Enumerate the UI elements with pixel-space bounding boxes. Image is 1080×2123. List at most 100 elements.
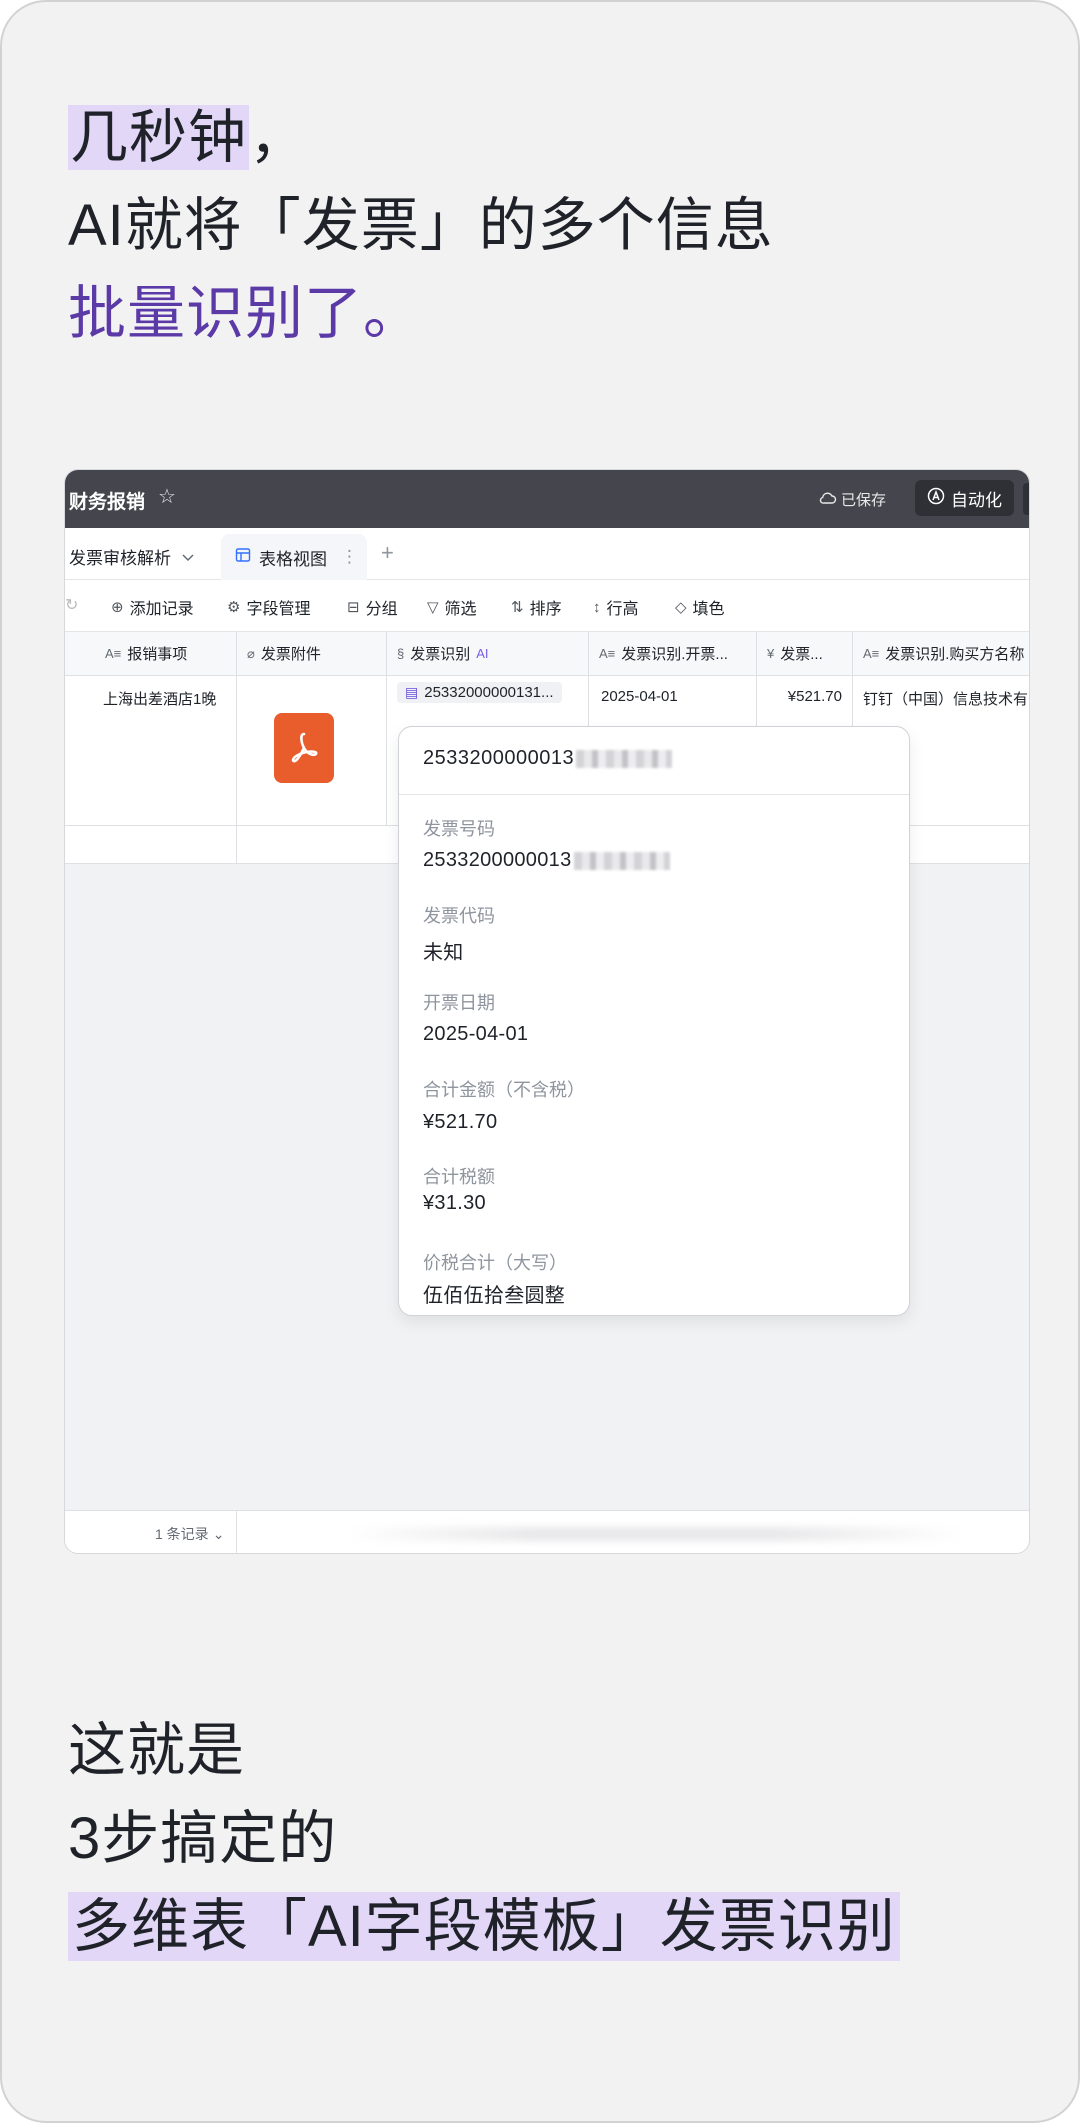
headline-punct: ， (249, 105, 309, 170)
automation-label: 自动化 (951, 490, 1002, 510)
field-label: 开票日期 (423, 993, 495, 1013)
fill-color-label: 填色 (692, 601, 725, 618)
status-fade (345, 1527, 965, 1541)
grid-header: A≡ 报销事项 ⌀ 发票附件 § 发票识别 AI A≡ 发票识别.开票... ¥ 发票...… (65, 632, 1029, 676)
table-dropdown-label: 发票审核解析 (69, 549, 171, 568)
invoice-pill[interactable]: ▤ 25332000000131... (397, 682, 562, 703)
column-header[interactable]: ¥ 发票... (757, 632, 853, 675)
headline: 几秒钟， AI就将「发票」的多个信息 批量识别了。 (68, 94, 774, 358)
record-count-label: 1 条记录 (155, 1526, 209, 1542)
field-label: 合计金额（不含税） (423, 1080, 585, 1100)
redo-icon[interactable]: ↻ (65, 595, 78, 615)
view-bar: 发票审核解析 表格视图 ⋮ + (65, 528, 1029, 580)
field-value: 未知 (423, 942, 464, 964)
text-field-icon: A≡ (105, 646, 122, 661)
grid-view-icon (235, 547, 251, 568)
headline-line-2: AI就将「发票」的多个信息 (68, 193, 774, 258)
group-label: 分组 (365, 601, 398, 618)
pdf-icon[interactable] (274, 713, 334, 783)
footer-line-3: 多维表「AI字段模板」发票识别 (68, 1883, 900, 1971)
invoice-pill-label: 25332000000131... (424, 684, 554, 701)
add-record-label: 添加记录 (129, 601, 194, 618)
more-icon[interactable]: ⋮ (341, 547, 358, 567)
column-label: 发票... (780, 646, 823, 663)
headline-line-1: 几秒钟， (68, 94, 774, 182)
invoice-detail-popup: 2533200000013 发票号码 2533200000013 发票代码 未知… (398, 726, 910, 1316)
group-icon: ⊟ (347, 599, 360, 616)
field-label: 合计税额 (423, 1167, 495, 1187)
attachment-icon: ⌀ (247, 645, 255, 661)
table-dropdown[interactable]: 发票审核解析 (69, 544, 195, 569)
column-header[interactable]: A≡ 报销事项 (65, 632, 237, 675)
headline-highlight: 几秒钟 (68, 105, 250, 170)
fill-color-button[interactable]: ◇ 填色 (675, 595, 725, 619)
automation-icon (927, 487, 945, 510)
document-icon: ▤ (405, 684, 419, 700)
cell-item[interactable]: 上海出差酒店1晚 (65, 676, 237, 825)
sort-icon: ⇅ (511, 599, 524, 616)
automation-button[interactable]: 自动化 (915, 480, 1014, 516)
app-topbar: 财务报销 ☆ 已保存 自动化 (65, 470, 1029, 528)
chevron-down-icon: ⌄ (212, 1525, 225, 1542)
column-label: 发票识别.购买方名称 (885, 646, 1025, 663)
row-height-label: 行高 (606, 601, 639, 618)
redacted-blur (573, 851, 670, 870)
redacted-blur (576, 749, 673, 768)
cloud-icon (819, 491, 837, 509)
row-height-icon: ↕ (593, 598, 601, 616)
filter-button[interactable]: ▽ 筛选 (427, 595, 477, 619)
ai-field-icon: § (397, 646, 405, 661)
paint-bucket-icon: ◇ (675, 599, 687, 616)
column-header[interactable]: A≡ 发票识别.购买方名称 (853, 632, 1029, 675)
field-value: ¥31.30 (423, 1192, 486, 1214)
status-bar: 1 条记录 ⌄ (65, 1510, 1029, 1553)
popup-title-text: 2533200000013 (423, 747, 575, 769)
column-label: 发票识别.开票... (621, 646, 728, 663)
field-manage-button[interactable]: ⚙ 字段管理 (227, 595, 310, 619)
saved-status: 已保存 (819, 489, 886, 510)
field-value: 2025-04-01 (423, 1023, 529, 1045)
invoice-number-value: 2533200000013 (423, 849, 572, 871)
empty-cell (65, 826, 237, 863)
footer-line-2: 3步搞定的 (68, 1806, 338, 1871)
promo-card: 几秒钟， AI就将「发票」的多个信息 批量识别了。 财务报销 ☆ 已保存 自动化 (0, 0, 1080, 2123)
column-label: 发票附件 (260, 646, 321, 663)
filter-label: 筛选 (444, 601, 477, 618)
add-record-button[interactable]: ⊕ 添加记录 (111, 595, 194, 619)
chevron-down-icon (181, 547, 195, 567)
filter-icon: ▽ (427, 599, 439, 616)
column-header[interactable]: ⌀ 发票附件 (237, 632, 387, 675)
tab-grid-view[interactable]: 表格视图 ⋮ (221, 534, 367, 580)
field-value: ¥521.70 (423, 1111, 498, 1133)
headline-line-3: 批量识别了。 (68, 281, 423, 346)
group-button[interactable]: ⊟ 分组 (347, 595, 398, 619)
status-divider (236, 1511, 237, 1553)
text-field-icon: A≡ (599, 646, 616, 661)
column-label: 发票识别 (410, 646, 471, 663)
field-label: 发票号码 (423, 819, 495, 839)
column-header[interactable]: § 发票识别 AI (387, 632, 589, 675)
field-manage-label: 字段管理 (246, 601, 311, 618)
app-title: 财务报销 (69, 492, 146, 513)
record-count[interactable]: 1 条记录 ⌄ (155, 1524, 224, 1544)
tab-grid-view-label: 表格视图 (259, 549, 327, 569)
field-value: 2533200000013 (423, 849, 670, 872)
popup-header: 2533200000013 (399, 727, 909, 795)
popup-title: 2533200000013 (423, 747, 673, 770)
field-value: 伍佰伍拾叁圆整 (423, 1285, 566, 1307)
text-field-icon: A≡ (863, 646, 880, 661)
star-icon[interactable]: ☆ (158, 484, 176, 509)
add-view-icon[interactable]: + (381, 540, 394, 566)
field-label: 发票代码 (423, 906, 495, 926)
footer-text: 这就是 3步搞定的 多维表「AI字段模板」发票识别 (68, 1707, 900, 1971)
currency-icon: ¥ (767, 646, 775, 661)
field-label: 价税合计（大写） (423, 1253, 567, 1273)
sort-label: 排序 (529, 601, 562, 618)
toolbar: ↻ ⊕ 添加记录 ⚙ 字段管理 ⊟ 分组 ▽ 筛选 ⇅ 排序 ↕ 行高 ◇ 填色 (65, 580, 1029, 632)
column-header[interactable]: A≡ 发票识别.开票... (589, 632, 757, 675)
app-screenshot: 财务报销 ☆ 已保存 自动化 发票审核解析 表格视图 ⋮ + ↻ ⊕ 添加记录 … (64, 469, 1030, 1554)
row-height-button[interactable]: ↕ 行高 (593, 595, 639, 619)
sort-button[interactable]: ⇅ 排序 (511, 595, 562, 619)
footer-line-1: 这就是 (68, 1718, 246, 1783)
topbar-edge-button[interactable] (1023, 483, 1029, 515)
